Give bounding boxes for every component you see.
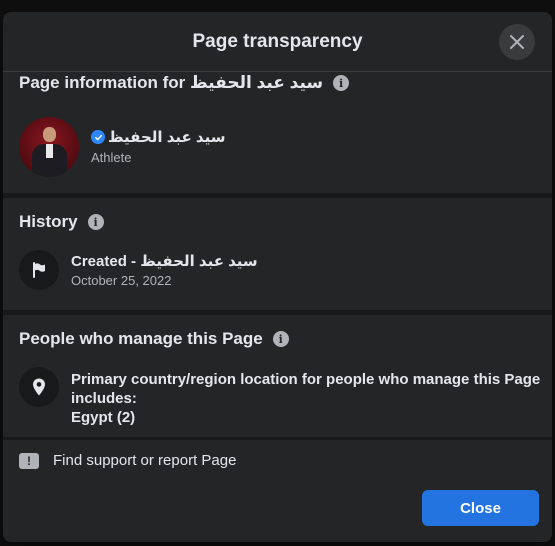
close-button[interactable]: Close xyxy=(422,490,539,526)
info-icon[interactable]: i xyxy=(272,331,289,347)
dialog-header: Page transparency xyxy=(3,12,552,72)
history-title: History xyxy=(19,212,78,231)
page-name: سيد عبد الحفيظ xyxy=(108,129,226,146)
managers-line-2: includes: xyxy=(71,390,137,407)
history-heading: History i xyxy=(19,212,104,232)
managers-country: Egypt (2) xyxy=(71,409,136,426)
flag-icon-circle xyxy=(19,250,59,290)
history-created-date: October 25, 2022 xyxy=(71,273,172,288)
info-icon[interactable]: i xyxy=(87,214,104,230)
managers-title: People who manage this Page xyxy=(19,329,263,348)
find-support-link[interactable]: ! Find support or report Page xyxy=(19,452,236,469)
history-created-label: Created - سيد عبد الحفيظ xyxy=(71,253,258,270)
info-icon[interactable]: i xyxy=(333,75,350,91)
location-pin-icon xyxy=(33,378,45,396)
managers-heading: People who manage this Page i xyxy=(19,329,289,349)
verified-badge-icon xyxy=(91,130,105,144)
page-info-heading: Page information for سيد عبد الحفيظ i xyxy=(19,73,350,93)
avatar[interactable] xyxy=(19,117,79,177)
flag-icon xyxy=(33,262,45,278)
page-category: Athlete xyxy=(91,150,132,165)
page-name-row[interactable]: سيد عبد الحفيظ xyxy=(91,128,225,146)
managers-description: Primary country/region location for peop… xyxy=(71,370,540,427)
location-icon-circle xyxy=(19,367,59,407)
page-transparency-dialog: Page transparency Page information for س… xyxy=(3,12,552,542)
page-info-title: Page information for سيد عبد الحفيظ xyxy=(19,73,324,92)
close-icon xyxy=(510,35,524,49)
section-divider xyxy=(3,437,552,440)
dialog-title: Page transparency xyxy=(192,30,363,52)
section-divider xyxy=(3,193,552,198)
report-icon: ! xyxy=(19,452,39,469)
section-divider xyxy=(3,310,552,315)
close-icon-button[interactable] xyxy=(499,24,535,60)
find-support-label: Find support or report Page xyxy=(53,452,237,469)
managers-line-1: Primary country/region location for peop… xyxy=(71,371,541,388)
